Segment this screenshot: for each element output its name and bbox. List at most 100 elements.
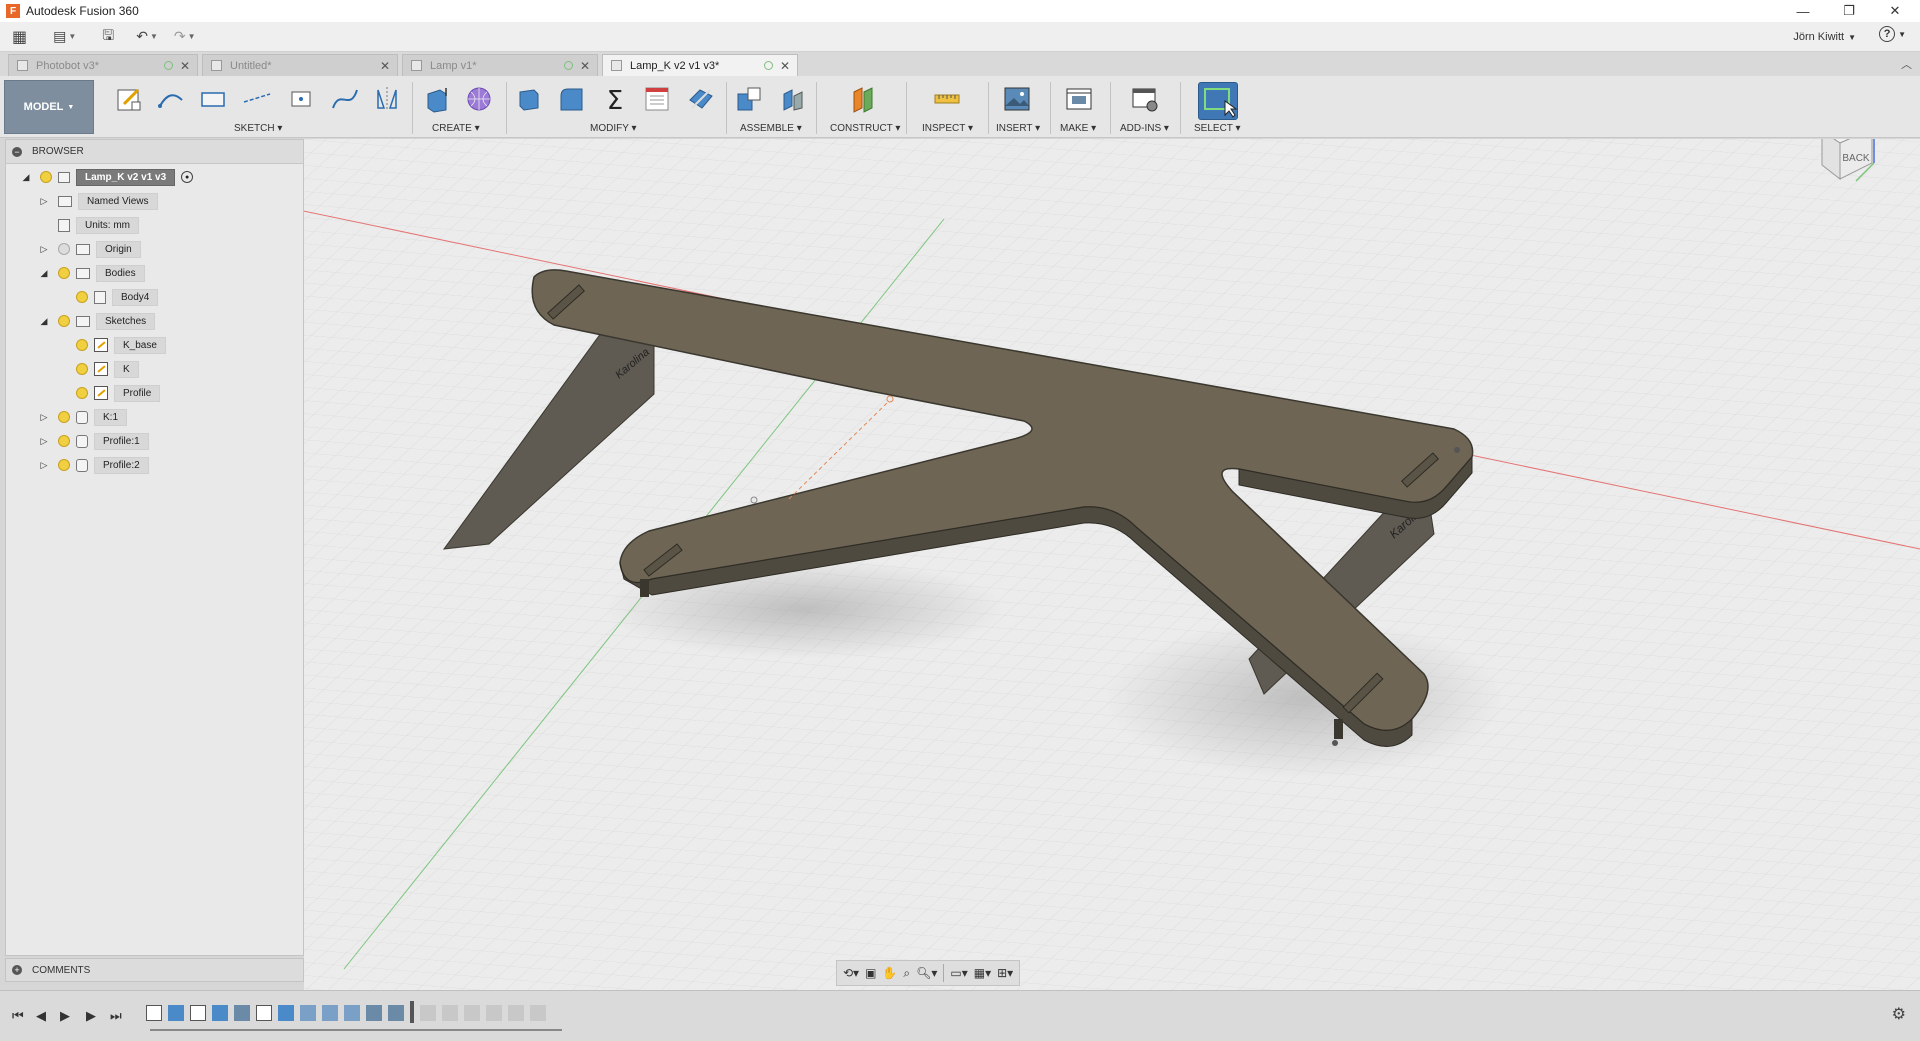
split-body-icon[interactable] xyxy=(686,84,716,114)
press-pull-icon[interactable] xyxy=(514,84,544,114)
extrude-feature-icon[interactable] xyxy=(168,1005,184,1021)
document-tab[interactable]: Untitled* ✕ xyxy=(202,54,398,76)
visibility-bulb-icon[interactable] xyxy=(76,387,88,399)
browser-node[interactable]: ▷ Profile:2 xyxy=(38,456,149,474)
change-parameters-icon[interactable] xyxy=(642,84,672,114)
collapsed-arrow-icon[interactable]: ▷ xyxy=(38,196,50,207)
look-at-icon[interactable]: ▣ xyxy=(865,966,876,980)
comments-panel[interactable]: + COMMENTS xyxy=(5,958,304,982)
joint-feature-icon[interactable] xyxy=(366,1005,382,1021)
orbit-icon[interactable]: ⟲▾ xyxy=(843,966,859,980)
assemble-menu[interactable]: ASSEMBLE ▾ xyxy=(740,123,802,134)
timeline-settings-gear-icon[interactable]: ⚙ xyxy=(1892,1004,1906,1024)
play-icon[interactable]: ▶ xyxy=(60,1008,70,1024)
step-forward-icon[interactable]: ▶ xyxy=(86,1008,96,1024)
inspect-menu[interactable]: INSPECT ▾ xyxy=(922,123,973,134)
pan-hand-icon[interactable]: ✋ xyxy=(882,966,897,980)
visibility-bulb-icon[interactable] xyxy=(58,459,70,471)
zoom-window-icon[interactable]: ⌕ xyxy=(903,966,910,981)
suppressed-feature-icon[interactable] xyxy=(464,1005,480,1021)
close-tab-icon[interactable]: ✕ xyxy=(180,59,190,73)
collapsed-arrow-icon[interactable]: ▷ xyxy=(38,460,50,471)
create-sketch-icon[interactable] xyxy=(114,84,144,114)
viewcube-graphic[interactable]: BACK Z xyxy=(1802,139,1892,191)
go-to-end-icon[interactable]: ⏭ xyxy=(110,1008,122,1024)
extrude-feature-icon[interactable] xyxy=(278,1005,294,1021)
suppressed-feature-icon[interactable] xyxy=(486,1005,502,1021)
rectangle-tool-icon[interactable] xyxy=(198,84,228,114)
select-tool-button[interactable] xyxy=(1198,82,1238,120)
browser-node[interactable]: Body4 xyxy=(56,288,159,306)
workspace-switcher[interactable]: MODEL ▼ xyxy=(4,80,94,134)
joint-icon[interactable] xyxy=(778,84,808,114)
fillet-feature-icon[interactable] xyxy=(300,1005,316,1021)
joint-feature-icon[interactable] xyxy=(388,1005,404,1021)
suppressed-feature-icon[interactable] xyxy=(508,1005,524,1021)
timeline-marker[interactable] xyxy=(410,1001,414,1023)
browser-node[interactable]: ▷ Named Views xyxy=(38,192,158,210)
mirror-tool-icon[interactable] xyxy=(372,84,402,114)
browser-node[interactable]: ▷ Origin xyxy=(38,240,141,258)
expanded-arrow-icon[interactable]: ◢ xyxy=(38,316,50,327)
restore-button[interactable]: ❐ xyxy=(1826,0,1872,22)
new-component-icon[interactable] xyxy=(734,84,764,114)
sketch-feature-icon[interactable] xyxy=(190,1005,206,1021)
browser-node[interactable]: Units: mm xyxy=(38,216,139,234)
document-tab[interactable]: Lamp v1* ✕ xyxy=(402,54,598,76)
sketch-feature-icon[interactable] xyxy=(256,1005,272,1021)
visibility-bulb-icon[interactable] xyxy=(76,291,88,303)
joint-feature-icon[interactable] xyxy=(234,1005,250,1021)
visibility-bulb-icon[interactable] xyxy=(58,315,70,327)
data-panel-grid-icon[interactable]: ▦ xyxy=(12,25,27,49)
visibility-bulb-icon[interactable] xyxy=(40,171,52,183)
construction-line-icon[interactable] xyxy=(242,84,272,114)
canvas-viewport[interactable]: Karolina Karolina BACK Z xyxy=(304,139,1920,990)
scripts-addins-icon[interactable] xyxy=(1130,84,1160,114)
suppressed-feature-icon[interactable] xyxy=(530,1005,546,1021)
help-button[interactable]: ? ▼ xyxy=(1879,26,1906,42)
addins-menu[interactable]: ADD-INS ▾ xyxy=(1120,123,1169,134)
insert-menu[interactable]: INSERT ▾ xyxy=(996,123,1040,134)
browser-node[interactable]: ◢ Sketches xyxy=(38,312,156,330)
model-canvas[interactable]: Karolina Karolina xyxy=(304,139,1920,990)
extrude-feature-icon[interactable] xyxy=(212,1005,228,1021)
sum-parameters-icon[interactable]: Σ xyxy=(600,84,630,114)
visibility-bulb-icon[interactable] xyxy=(76,339,88,351)
browser-node[interactable]: K xyxy=(56,360,139,378)
visibility-bulb-icon[interactable] xyxy=(58,267,70,279)
activate-radio-icon[interactable]: ● xyxy=(181,171,194,183)
browser-node[interactable]: ▷ Profile:1 xyxy=(38,432,149,450)
browser-header[interactable]: − BROWSER xyxy=(6,140,303,164)
zoom-icon[interactable]: 🔍︎▾ xyxy=(916,966,937,980)
expanded-arrow-icon[interactable]: ◢ xyxy=(38,268,50,279)
visibility-bulb-icon[interactable] xyxy=(76,363,88,375)
visibility-bulb-icon[interactable] xyxy=(58,243,70,255)
insert-image-icon[interactable] xyxy=(1002,84,1032,114)
browser-node[interactable]: Profile xyxy=(56,384,161,402)
expanded-arrow-icon[interactable]: ◢ xyxy=(20,172,32,183)
select-menu[interactable]: SELECT ▾ xyxy=(1194,123,1241,134)
document-tab-active[interactable]: Lamp_K v2 v1 v3* ✕ xyxy=(602,54,798,76)
point-tool-icon[interactable] xyxy=(286,84,316,114)
offset-plane-icon[interactable] xyxy=(848,84,878,114)
collapse-panel-icon[interactable]: − xyxy=(12,146,22,157)
browser-node[interactable]: ◢ Bodies xyxy=(38,264,145,282)
collapsed-arrow-icon[interactable]: ▷ xyxy=(38,436,50,447)
modify-menu[interactable]: MODIFY ▾ xyxy=(590,123,637,134)
measure-icon[interactable] xyxy=(932,84,962,114)
close-button[interactable]: ✕ xyxy=(1872,0,1918,22)
construct-menu[interactable]: CONSTRUCT ▾ xyxy=(830,123,900,134)
make-menu[interactable]: MAKE ▾ xyxy=(1060,123,1096,134)
display-settings-icon[interactable]: ▭▾ xyxy=(950,966,967,980)
browser-root-node[interactable]: ◢ Lamp_K v2 v1 v3 ● xyxy=(20,168,194,186)
collapsed-arrow-icon[interactable]: ▷ xyxy=(38,412,50,423)
collapsed-arrow-icon[interactable]: ▷ xyxy=(38,244,50,255)
create-menu[interactable]: CREATE ▾ xyxy=(432,123,480,134)
grid-settings-icon[interactable]: ▦▾ xyxy=(974,966,991,980)
close-tab-icon[interactable]: ✕ xyxy=(780,59,790,73)
line-tool-icon[interactable] xyxy=(156,84,186,114)
sketch-feature-icon[interactable] xyxy=(146,1005,162,1021)
file-menu-icon[interactable]: ▤ ▼ xyxy=(53,25,76,49)
document-tab[interactable]: Photobot v3* ✕ xyxy=(8,54,198,76)
expand-panel-icon[interactable]: + xyxy=(12,965,22,975)
